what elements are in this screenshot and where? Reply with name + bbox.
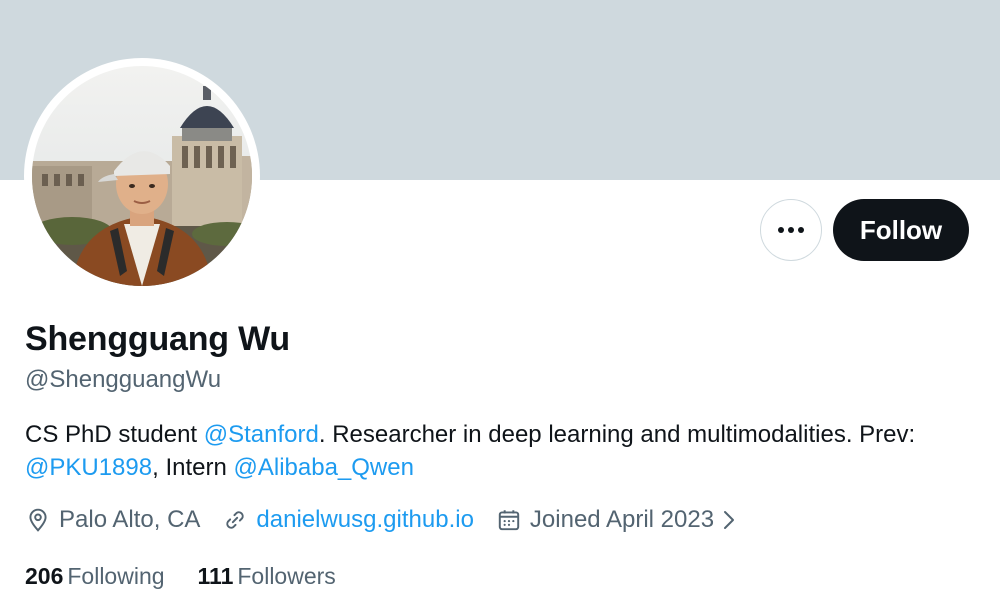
website-link[interactable]: danielwusg.github.io	[256, 506, 474, 534]
mention-link-alibaba[interactable]: @Alibaba_Qwen	[233, 454, 413, 481]
calendar-icon	[498, 510, 520, 531]
following-count: 206	[25, 563, 64, 589]
avatar-photo	[32, 66, 252, 286]
followers-link[interactable]: 111 Followers	[198, 563, 336, 590]
profile-meta: Palo Alto, CA danielwusg.github.io Joine…	[25, 506, 766, 534]
mention-link-pku[interactable]: @PKU1898	[25, 454, 152, 481]
more-horizontal-icon	[778, 227, 804, 233]
bio-text: , Intern	[152, 454, 234, 481]
following-label: Following	[67, 563, 165, 589]
mention-link-stanford[interactable]: @Stanford	[204, 421, 319, 448]
followers-label: Followers	[237, 563, 336, 589]
location-pin-icon	[29, 508, 47, 532]
profile-stats: 206 Following 111 Followers	[25, 563, 369, 590]
link-icon	[226, 511, 245, 529]
location-text: Palo Alto, CA	[59, 506, 201, 533]
avatar[interactable]	[24, 58, 260, 294]
bio-text: CS PhD student	[25, 421, 204, 448]
location-item: Palo Alto, CA	[25, 506, 200, 534]
profile-handle: @ShengguangWu	[25, 366, 222, 393]
more-options-button[interactable]	[760, 199, 822, 261]
profile-bio: CS PhD student @Stanford. Researcher in …	[25, 418, 985, 484]
website-item[interactable]: danielwusg.github.io	[222, 506, 474, 534]
following-link[interactable]: 206 Following	[25, 563, 165, 590]
profile-name: Shengguang Wu	[25, 320, 290, 358]
joined-item[interactable]: Joined April 2023	[496, 506, 744, 534]
joined-text: Joined April 2023	[529, 506, 715, 533]
followers-count: 111	[197, 563, 234, 589]
bio-text: . Researcher in deep learning and multim…	[318, 421, 916, 448]
chevron-right-icon	[724, 511, 735, 529]
follow-button[interactable]: Follow	[833, 199, 969, 261]
